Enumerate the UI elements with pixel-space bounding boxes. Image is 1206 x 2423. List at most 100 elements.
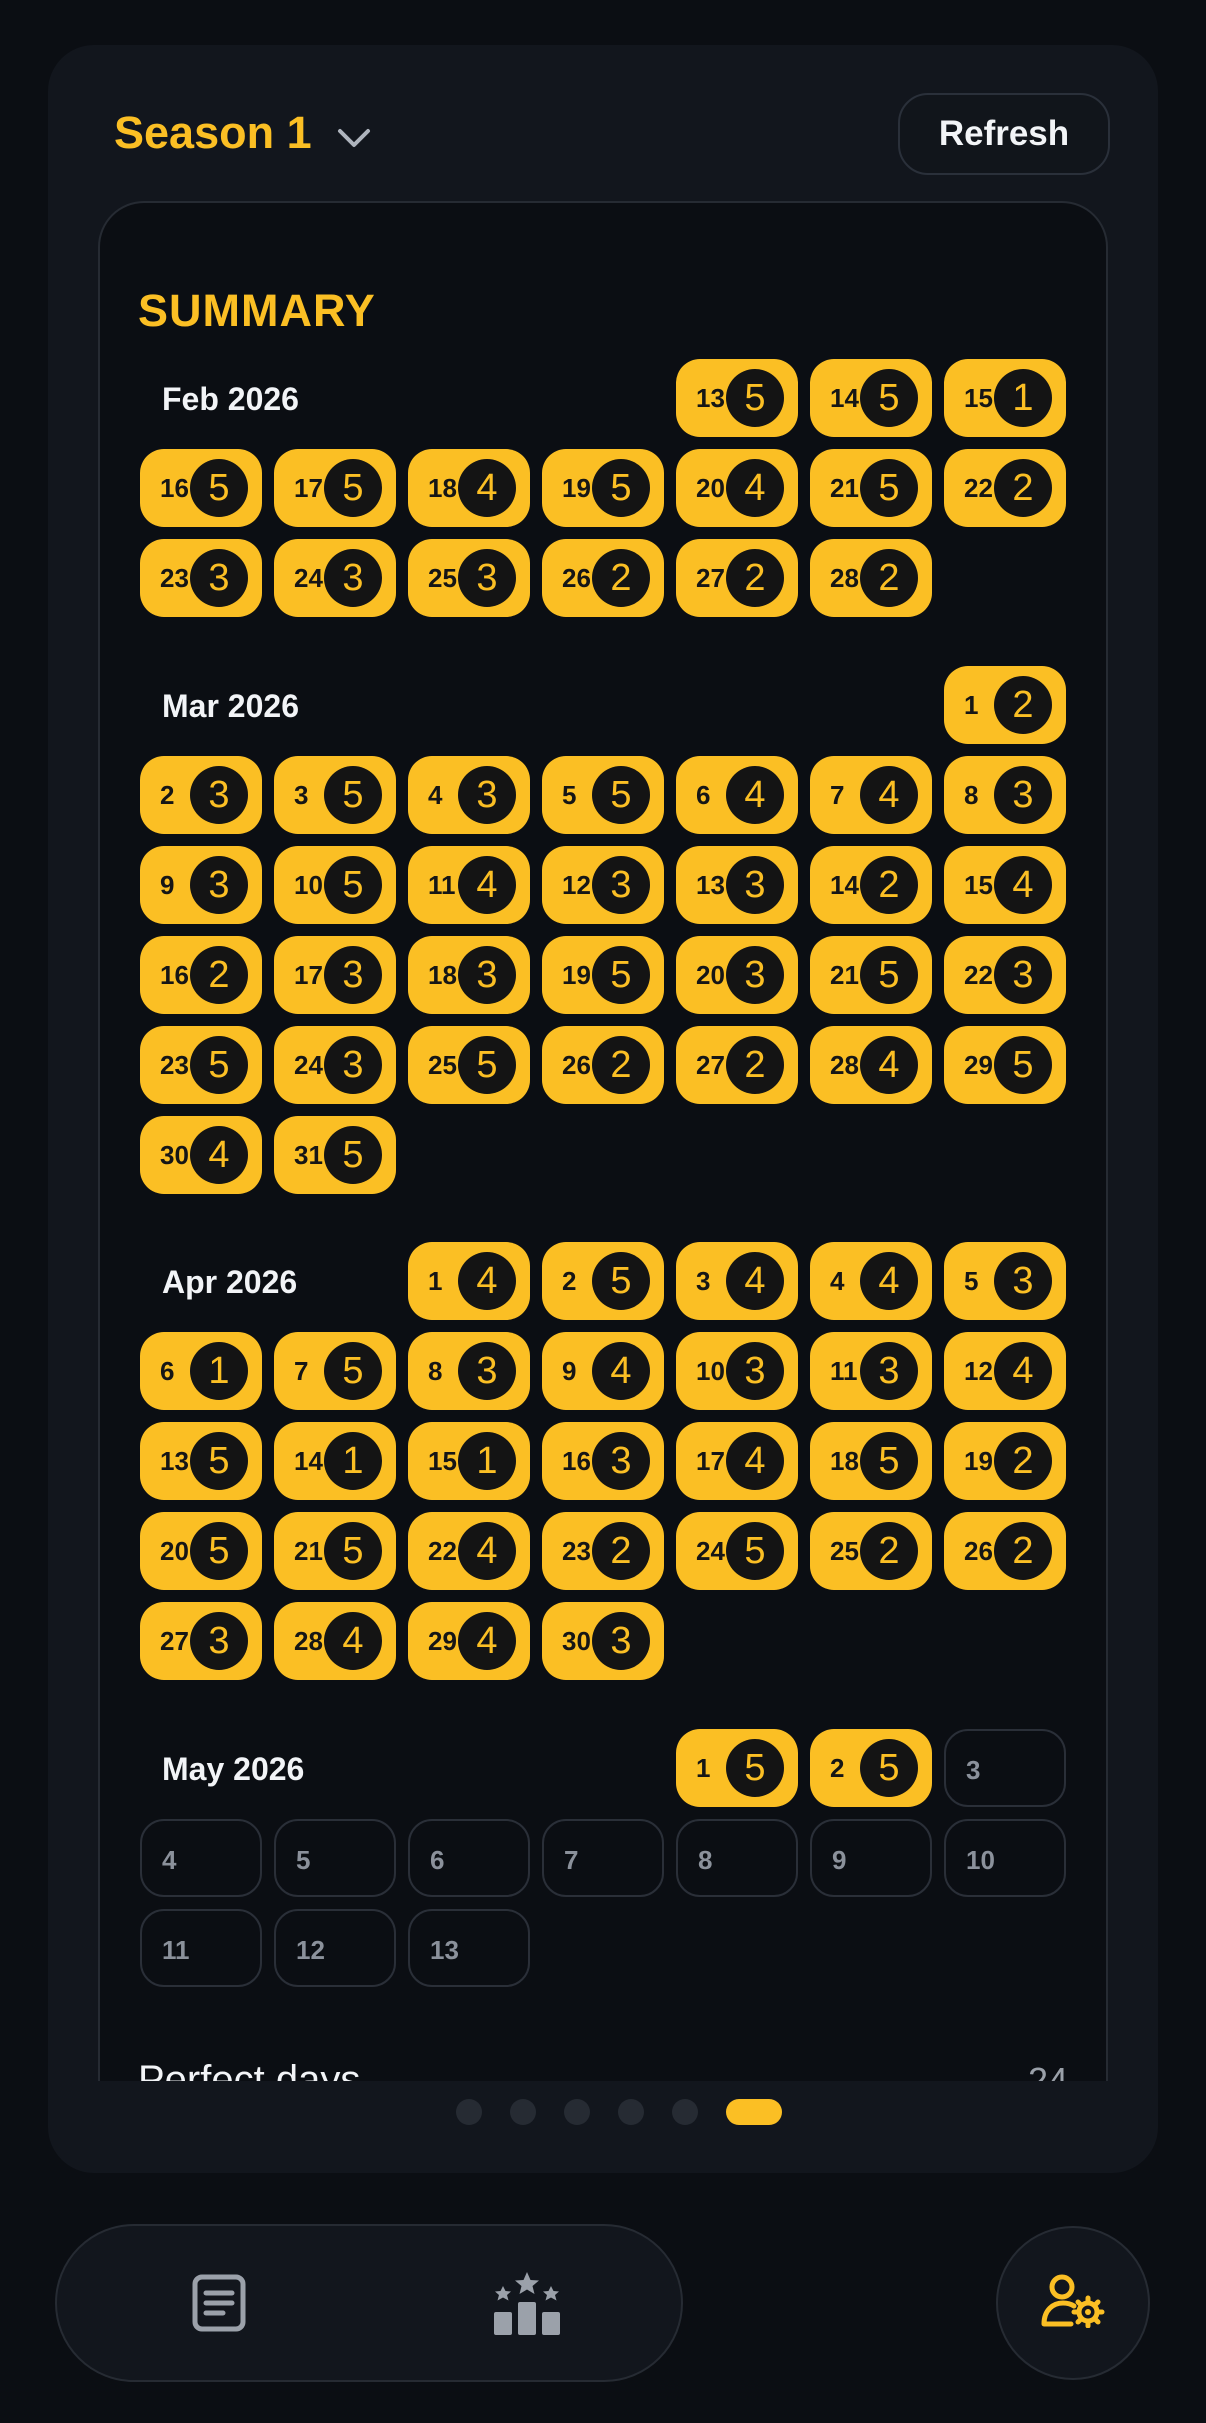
day-cell[interactable]: 22 3 (944, 936, 1066, 1014)
day-cell[interactable]: 26 2 (944, 1512, 1066, 1590)
day-cell[interactable]: 25 3 (408, 539, 530, 617)
day-cell[interactable]: 25 2 (810, 1512, 932, 1590)
day-cell[interactable]: 18 4 (408, 449, 530, 527)
day-cell[interactable]: 16 5 (140, 449, 262, 527)
day-cell[interactable]: 43 (408, 756, 530, 834)
day-cell[interactable]: 11 4 (408, 846, 530, 924)
day-cell[interactable]: 20 5 (140, 1512, 262, 1590)
page-dot[interactable] (618, 2099, 644, 2125)
day-cell[interactable]: 21 5 (810, 936, 932, 1014)
page-dot[interactable] (564, 2099, 590, 2125)
day-cell[interactable]: 25 (542, 1242, 664, 1320)
day-cell[interactable]: 4 (140, 1819, 262, 1897)
day-cell[interactable]: 14 1 (274, 1422, 396, 1500)
day-cell[interactable]: 11 3 (810, 1332, 932, 1410)
day-cell[interactable]: 19 5 (542, 449, 664, 527)
day-cell[interactable]: 55 (542, 756, 664, 834)
day-cell[interactable]: 13 5 (140, 1422, 262, 1500)
day-cell[interactable]: 12 (274, 1909, 396, 1987)
day-cell[interactable]: 5 (274, 1819, 396, 1897)
day-cell[interactable]: 16 2 (140, 936, 262, 1014)
day-cell[interactable]: 75 (274, 1332, 396, 1410)
day-cell[interactable]: 13 3 (676, 846, 798, 924)
day-cell[interactable]: 93 (140, 846, 262, 924)
day-cell[interactable]: 20 3 (676, 936, 798, 1014)
day-cell[interactable]: 6 (408, 1819, 530, 1897)
day-cell[interactable]: 25 5 (408, 1026, 530, 1104)
day-cell[interactable]: 19 2 (944, 1422, 1066, 1500)
nav-summary-button[interactable] (179, 2265, 259, 2345)
day-cell[interactable]: 22 4 (408, 1512, 530, 1590)
day-cell[interactable]: 12 4 (944, 1332, 1066, 1410)
day-cell[interactable]: 61 (140, 1332, 262, 1410)
page-dot[interactable] (672, 2099, 698, 2125)
day-cell[interactable]: 53 (944, 1242, 1066, 1320)
day-cell[interactable]: 35 (274, 756, 396, 834)
day-cell[interactable]: 10 5 (274, 846, 396, 924)
day-cell[interactable]: 14 2 (810, 846, 932, 924)
day-cell[interactable]: 28 4 (274, 1602, 396, 1680)
day-cell[interactable]: 27 2 (676, 1026, 798, 1104)
day-cell[interactable]: 28 4 (810, 1026, 932, 1104)
day-cell[interactable]: 30 3 (542, 1602, 664, 1680)
day-cell[interactable]: 34 (676, 1242, 798, 1320)
profile-settings-button[interactable] (996, 2226, 1150, 2380)
day-cell[interactable]: 24 5 (676, 1512, 798, 1590)
day-cell[interactable]: 15 1 (944, 359, 1066, 437)
day-cell[interactable]: 29 4 (408, 1602, 530, 1680)
day-cell[interactable]: 23 (140, 756, 262, 834)
day-cell[interactable]: 14 (408, 1242, 530, 1320)
day-cell[interactable]: 17 4 (676, 1422, 798, 1500)
day-cell[interactable]: 17 5 (274, 449, 396, 527)
page-dot[interactable] (456, 2099, 482, 2125)
day-cell[interactable]: 25 (810, 1729, 932, 1807)
day-cell[interactable]: 44 (810, 1242, 932, 1320)
day-cell[interactable]: 3 (944, 1729, 1066, 1807)
day-cell[interactable]: 14 5 (810, 359, 932, 437)
day-cell[interactable]: 24 3 (274, 1026, 396, 1104)
day-cell[interactable]: 23 3 (140, 539, 262, 617)
day-cell[interactable]: 21 5 (274, 1512, 396, 1590)
day-cell[interactable]: 7 (542, 1819, 664, 1897)
day-cell[interactable]: 18 5 (810, 1422, 932, 1500)
page-dot[interactable] (510, 2099, 536, 2125)
day-cell[interactable]: 15 (676, 1729, 798, 1807)
day-cell[interactable]: 10 3 (676, 1332, 798, 1410)
day-cell[interactable]: 18 3 (408, 936, 530, 1014)
day-cell[interactable]: 17 3 (274, 936, 396, 1014)
day-cell[interactable]: 24 3 (274, 539, 396, 617)
day-cell[interactable]: 29 5 (944, 1026, 1066, 1104)
summary-panel[interactable]: SUMMARY Feb 2026 13 5 14 5 15 1 16 5 17 5 18 4 19 5 20 4… (98, 201, 1108, 2081)
day-cell[interactable]: 22 2 (944, 449, 1066, 527)
refresh-button[interactable]: Refresh (898, 93, 1110, 175)
day-cell[interactable]: 12 3 (542, 846, 664, 924)
day-cell[interactable]: 83 (408, 1332, 530, 1410)
day-cell[interactable]: 26 2 (542, 539, 664, 617)
day-cell[interactable]: 64 (676, 756, 798, 834)
day-cell[interactable]: 26 2 (542, 1026, 664, 1104)
day-cell[interactable]: 27 3 (140, 1602, 262, 1680)
day-cell[interactable]: 28 2 (810, 539, 932, 617)
page-dot-active[interactable] (726, 2099, 782, 2125)
day-cell[interactable]: 27 2 (676, 539, 798, 617)
nav-leaderboard-button[interactable] (487, 2265, 567, 2345)
day-cell[interactable]: 74 (810, 756, 932, 834)
day-cell[interactable]: 15 1 (408, 1422, 530, 1500)
day-cell[interactable]: 21 5 (810, 449, 932, 527)
day-cell[interactable]: 31 5 (274, 1116, 396, 1194)
day-cell[interactable]: 11 (140, 1909, 262, 1987)
day-cell[interactable]: 13 (408, 1909, 530, 1987)
day-cell[interactable]: 16 3 (542, 1422, 664, 1500)
day-cell[interactable]: 23 2 (542, 1512, 664, 1590)
day-cell[interactable]: 83 (944, 756, 1066, 834)
day-cell[interactable]: 12 (944, 666, 1066, 744)
day-cell[interactable]: 19 5 (542, 936, 664, 1014)
day-cell[interactable]: 8 (676, 1819, 798, 1897)
day-cell[interactable]: 20 4 (676, 449, 798, 527)
day-cell[interactable]: 94 (542, 1332, 664, 1410)
day-cell[interactable]: 15 4 (944, 846, 1066, 924)
day-cell[interactable]: 30 4 (140, 1116, 262, 1194)
day-cell[interactable]: 9 (810, 1819, 932, 1897)
season-dropdown[interactable]: Season 1 (114, 107, 372, 159)
day-cell[interactable]: 23 5 (140, 1026, 262, 1104)
